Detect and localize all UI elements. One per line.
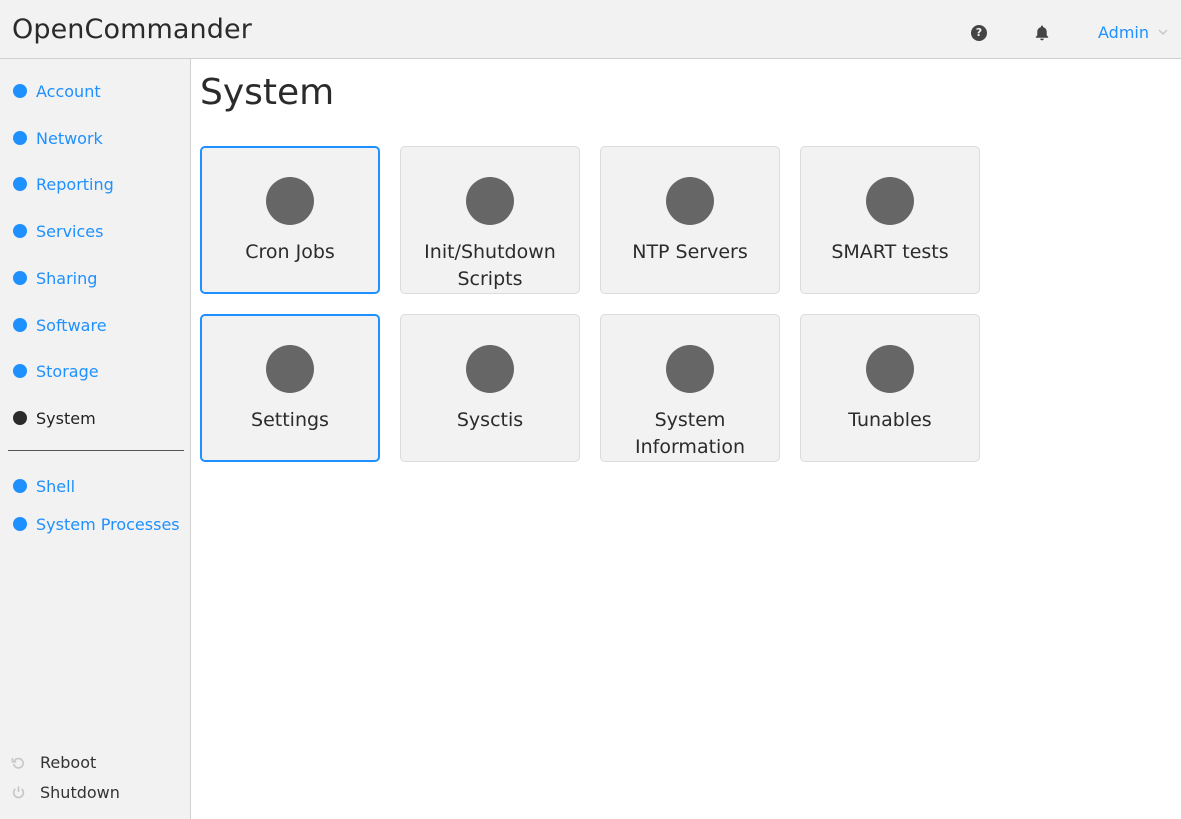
circle-icon (466, 177, 514, 225)
sidebar-item-label: Shell (36, 476, 76, 496)
dot-icon (13, 84, 27, 98)
circle-icon (266, 177, 314, 225)
app-title: OpenCommander (12, 14, 252, 45)
tile-system-information[interactable]: System Information (600, 314, 780, 462)
sidebar-item-sharing[interactable]: Sharing (13, 267, 97, 289)
tile-label: Init/Shutdown Scripts (424, 241, 556, 290)
circle-icon (866, 345, 914, 393)
dot-icon (13, 364, 27, 378)
circle-icon (666, 177, 714, 225)
chevron-down-icon (1158, 29, 1168, 36)
sidebar-item-label: System Processes (36, 514, 180, 534)
dot-icon (13, 271, 27, 285)
main-content: System Cron Jobs Init/Shutdown Scripts N… (192, 60, 1181, 819)
circle-icon (866, 177, 914, 225)
tile-label: SMART tests (831, 241, 949, 263)
tile-sysctis[interactable]: Sysctis (400, 314, 580, 462)
shutdown-label: Shutdown (40, 782, 120, 802)
reboot-icon (11, 757, 24, 769)
sidebar-item-label: Sharing (36, 268, 98, 288)
sidebar-item-shell[interactable]: Shell (13, 475, 75, 497)
tile-cron-jobs[interactable]: Cron Jobs (200, 146, 380, 294)
sidebar-item-label: Reporting (36, 174, 114, 194)
tile-label: Tunables (848, 409, 932, 431)
sidebar-item-label: Network (36, 128, 103, 148)
sidebar-item-account[interactable]: Account (13, 80, 101, 102)
power-icon (12, 785, 25, 798)
help-icon[interactable]: ? (971, 25, 987, 41)
user-menu-label: Admin (1098, 22, 1149, 42)
dot-icon (13, 479, 27, 493)
dot-icon (13, 411, 27, 425)
circle-icon (666, 345, 714, 393)
dot-icon (13, 318, 27, 332)
circle-icon (466, 345, 514, 393)
tile-smart-tests[interactable]: SMART tests (800, 146, 980, 294)
sidebar: Account Network Reporting Services Shari… (0, 59, 191, 819)
sidebar-item-label: System (36, 408, 96, 428)
reboot-button[interactable]: Reboot (11, 751, 96, 773)
bell-icon[interactable] (1033, 24, 1051, 42)
circle-icon (266, 345, 314, 393)
sidebar-item-label: Software (36, 315, 107, 335)
sidebar-item-services[interactable]: Services (13, 220, 103, 242)
tile-label: Settings (251, 409, 329, 431)
sidebar-item-label: Services (36, 221, 104, 241)
dot-icon (13, 177, 27, 191)
sidebar-divider (8, 450, 184, 451)
dot-icon (13, 131, 27, 145)
dot-icon (13, 224, 27, 238)
shutdown-button[interactable]: Shutdown (11, 781, 120, 803)
sidebar-item-storage[interactable]: Storage (13, 360, 99, 382)
sidebar-item-system[interactable]: System (13, 407, 96, 429)
tile-init-shutdown-scripts[interactable]: Init/Shutdown Scripts (400, 146, 580, 294)
tile-ntp-servers[interactable]: NTP Servers (600, 146, 780, 294)
dot-icon (13, 517, 27, 531)
tile-label: Cron Jobs (245, 241, 335, 263)
sidebar-item-label: Account (36, 81, 101, 101)
tile-settings[interactable]: Settings (200, 314, 380, 462)
sidebar-item-network[interactable]: Network (13, 127, 103, 149)
sidebar-item-software[interactable]: Software (13, 314, 107, 336)
tile-label: NTP Servers (632, 241, 748, 263)
tile-label: System Information (635, 409, 745, 458)
sidebar-item-system-processes[interactable]: System Processes (13, 513, 180, 535)
sidebar-item-label: Storage (36, 361, 99, 381)
tile-tunables[interactable]: Tunables (800, 314, 980, 462)
tile-label: Sysctis (456, 409, 524, 431)
user-menu[interactable]: Admin (1098, 22, 1169, 42)
top-bar: OpenCommander ? Admin (0, 0, 1181, 59)
sidebar-item-reporting[interactable]: Reporting (13, 173, 114, 195)
reboot-label: Reboot (40, 752, 97, 772)
page-title: System (200, 72, 335, 113)
